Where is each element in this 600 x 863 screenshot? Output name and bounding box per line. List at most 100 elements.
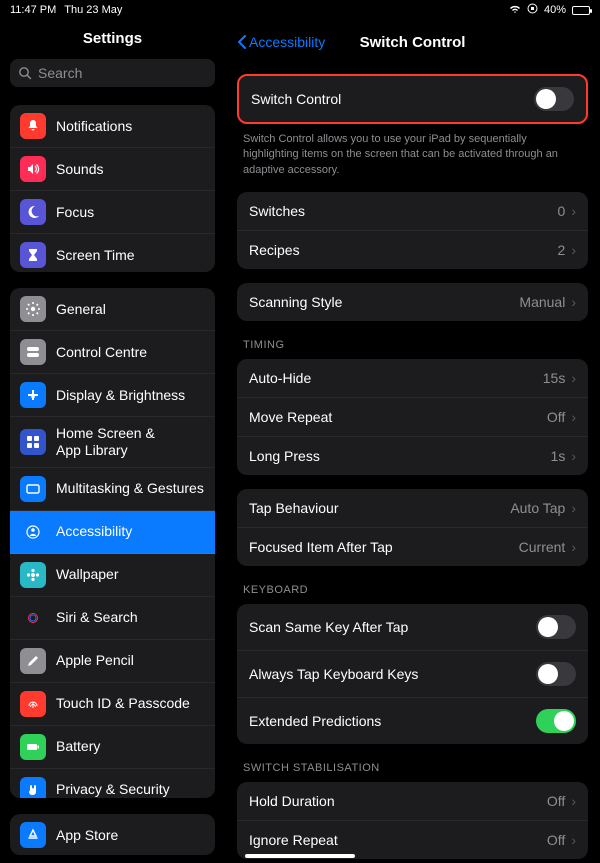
setting-row[interactable]: Always Tap Keyboard Keys [237, 651, 588, 698]
search-input[interactable]: Search [10, 59, 215, 87]
toggle[interactable] [536, 615, 576, 639]
setting-row[interactable]: Move Repeat Off› [237, 398, 588, 437]
toggle[interactable] [536, 662, 576, 686]
fingerprint-icon [20, 691, 46, 717]
setting-row[interactable]: Hold Duration Off› [237, 782, 588, 821]
setting-row[interactable]: Recipes 2› [237, 231, 588, 269]
rect-icon [20, 476, 46, 502]
sidebar-group-0: Notifications Sounds Focus Screen Time [10, 105, 215, 272]
status-date: Thu 23 May [64, 4, 122, 16]
sidebar-item[interactable]: General [10, 288, 215, 331]
search-icon [18, 66, 32, 80]
battery-icon [572, 6, 590, 15]
sidebar-item[interactable]: Multitasking & Gestures [10, 468, 215, 511]
switch-control-label: Switch Control [251, 91, 341, 107]
scanning-style-row[interactable]: Scanning Style Manual › [237, 283, 588, 321]
sidebar-item[interactable]: Focus [10, 191, 215, 234]
sidebar-title: Settings [0, 20, 225, 59]
sidebar-item[interactable]: Home Screen & App Library [10, 417, 215, 468]
sidebar-item[interactable]: Accessibility [10, 511, 215, 554]
flower-icon [20, 562, 46, 588]
nav-bar: Accessibility Switch Control [225, 20, 600, 60]
settings-sidebar: Settings Search Notifications Sounds Focus… [0, 20, 225, 863]
setting-row[interactable]: Extended Predictions [237, 698, 588, 744]
switch-control-row[interactable]: Switch Control [239, 76, 586, 122]
switches-recipes-group: Switches 0›Recipes 2› [237, 192, 588, 269]
sidebar-item[interactable]: Battery [10, 726, 215, 769]
sidebar-item-label: Accessibility [56, 523, 132, 540]
sidebar-item-label: General [56, 301, 106, 318]
tap-group: Tap Behaviour Auto Tap›Focused Item Afte… [237, 489, 588, 566]
chevron-right-icon: › [571, 370, 576, 386]
chevron-right-icon: › [571, 203, 576, 219]
sidebar-item-label: Sounds [56, 161, 103, 178]
sidebar-item-label: Multitasking & Gestures [56, 480, 204, 497]
sidebar-item-label: Touch ID & Passcode [56, 695, 190, 712]
chevron-right-icon: › [571, 448, 576, 464]
pencil-icon [20, 648, 46, 674]
chevron-right-icon: › [571, 294, 576, 310]
search-placeholder: Search [38, 65, 82, 81]
chevron-right-icon: › [571, 793, 576, 809]
sidebar-item-label: Apple Pencil [56, 652, 134, 669]
status-bar: 11:47 PM Thu 23 May 40% [0, 0, 600, 20]
sidebar-item-label: Home Screen & App Library [56, 425, 155, 459]
hand-icon [20, 777, 46, 799]
sidebar-item[interactable]: App Store [10, 814, 215, 855]
sidebar-item[interactable]: Touch ID & Passcode [10, 683, 215, 726]
switches-icon [20, 339, 46, 365]
sidebar-group-2: App Store [10, 814, 215, 855]
sidebar-item[interactable]: Privacy & Security [10, 769, 215, 799]
sidebar-item-label: Siri & Search [56, 609, 138, 626]
chevron-right-icon: › [571, 832, 576, 848]
setting-row[interactable]: Switches 0› [237, 192, 588, 231]
sidebar-item[interactable]: A Display & Brightness [10, 374, 215, 417]
sidebar-item[interactable]: Apple Pencil [10, 640, 215, 683]
grid-icon [20, 429, 46, 455]
moon-icon [20, 199, 46, 225]
timing-group: Auto-Hide 15s›Move Repeat Off›Long Press… [237, 359, 588, 475]
sidebar-group-1: General Control Centre A Display & Brightne… [10, 288, 215, 798]
switch-control-group: Switch Control [237, 74, 588, 124]
detail-pane: Accessibility Switch Control Switch Cont… [225, 20, 600, 863]
chevron-right-icon: › [571, 242, 576, 258]
scanning-group: Scanning Style Manual › [237, 283, 588, 321]
home-indicator[interactable] [245, 854, 355, 858]
bell-icon [20, 113, 46, 139]
sidebar-item[interactable]: Wallpaper [10, 554, 215, 597]
battery-percent: 40% [544, 4, 566, 16]
sidebar-item[interactable]: Control Centre [10, 331, 215, 374]
setting-row[interactable]: Auto-Hide 15s› [237, 359, 588, 398]
sidebar-item-label: Display & Brightness [56, 387, 185, 404]
sidebar-item[interactable]: Notifications [10, 105, 215, 148]
sidebar-item-label: Screen Time [56, 247, 135, 264]
switch-control-toggle[interactable] [534, 87, 574, 111]
orientation-lock-icon [527, 3, 538, 17]
switch-control-note: Switch Control allows you to use your iP… [237, 124, 588, 178]
setting-row[interactable]: Scan Same Key After Tap [237, 604, 588, 651]
gear-icon [20, 296, 46, 322]
timing-header: TIMING [237, 321, 588, 355]
setting-row[interactable]: Focused Item After Tap Current› [237, 528, 588, 566]
sidebar-item-label: Privacy & Security [56, 781, 170, 798]
sidebar-item-label: Wallpaper [56, 566, 119, 583]
status-time: 11:47 PM [10, 4, 56, 16]
stabilisation-header: SWITCH STABILISATION [237, 744, 588, 778]
battery-icon [20, 734, 46, 760]
appstore-icon [20, 822, 46, 848]
speaker-icon [20, 156, 46, 182]
sidebar-item[interactable]: Siri & Search [10, 597, 215, 640]
setting-row[interactable]: Tap Behaviour Auto Tap› [237, 489, 588, 528]
keyboard-header: KEYBOARD [237, 566, 588, 600]
hourglass-icon [20, 242, 46, 268]
sun-icon: A [20, 382, 46, 408]
sidebar-item-label: App Store [56, 827, 118, 844]
setting-row[interactable]: Long Press 1s› [237, 437, 588, 475]
toggle[interactable] [536, 709, 576, 733]
siri-icon [20, 605, 46, 631]
chevron-right-icon: › [571, 539, 576, 555]
keyboard-group: Scan Same Key After Tap Always Tap Keybo… [237, 604, 588, 744]
chevron-right-icon: › [571, 500, 576, 516]
sidebar-item[interactable]: Sounds [10, 148, 215, 191]
sidebar-item[interactable]: Screen Time [10, 234, 215, 272]
